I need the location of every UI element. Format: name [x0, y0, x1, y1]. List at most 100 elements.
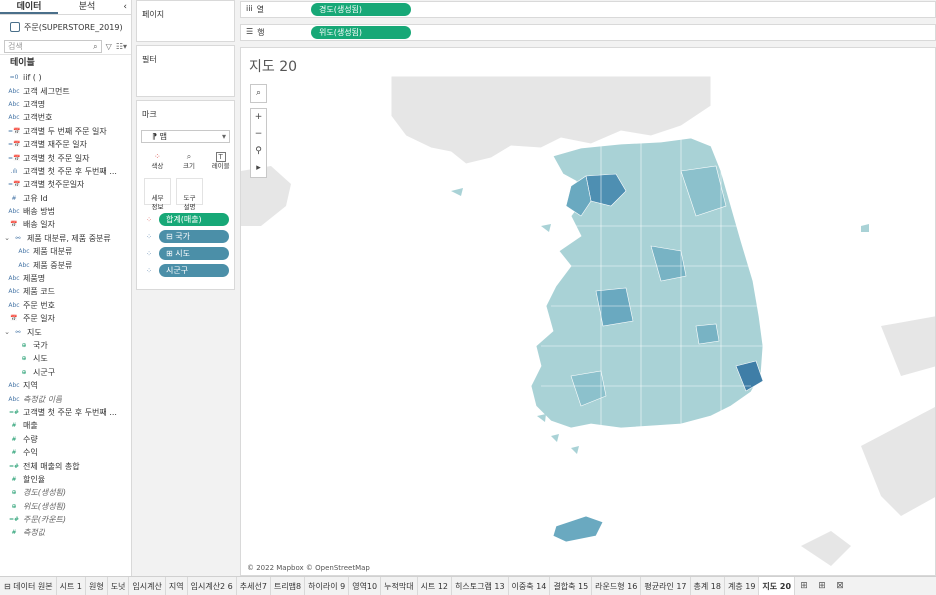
field-item[interactable]: Abc 지역 [0, 379, 131, 392]
field-item[interactable]: # 고유 Id [0, 192, 131, 205]
field-type-icon: # [11, 194, 17, 202]
field-item[interactable]: # 매출 [0, 419, 131, 432]
sheet-tab[interactable]: 임시계산 [129, 577, 166, 595]
korea-map[interactable] [241, 76, 936, 576]
detail-mark-icon: ⁘ [146, 249, 152, 258]
sheet-tab[interactable]: 지역 [166, 577, 188, 595]
cards-pane: 페이지 필터 마크 ⁋ 맵 ▾ ⁘ 색상 ⌕ 크기 T 레이블 세부 정보 도구… [135, 0, 236, 576]
field-item[interactable]: =# 고객별 첫 주문 후 두번째 ... [0, 406, 131, 419]
mark-type-dropdown[interactable]: ⁋ 맵 ▾ [141, 130, 230, 143]
field-item[interactable]: Abc 고객 세그먼트 [0, 84, 131, 97]
longitude-pill[interactable]: 경도(생성됨) [311, 3, 411, 16]
sheet-tab[interactable]: 임시계산2 6 [188, 577, 237, 595]
rows-shelf[interactable]: ☰ 행 위도(생성됨) [240, 24, 936, 41]
detail-button[interactable]: 세부 정보 [144, 178, 171, 211]
filter-icon[interactable]: ▽ [106, 42, 112, 51]
field-item[interactable]: ⊕ 시군구 [0, 366, 131, 379]
filters-card[interactable]: 필터 [136, 45, 235, 97]
field-item[interactable]: Abc 제품 중분류 [0, 258, 131, 271]
field-type-icon: Abc [8, 208, 20, 216]
pages-card[interactable]: 페이지 [136, 0, 235, 42]
color-button[interactable]: ⁘ 색상 [144, 149, 171, 176]
field-label: 고객 세그먼트 [23, 86, 70, 96]
field-item[interactable]: 📅 배송 일자 [0, 218, 131, 231]
new-story-icon[interactable]: ⊠ [831, 581, 849, 591]
field-item[interactable]: Abc 배송 방법 [0, 205, 131, 218]
expand-icon[interactable]: ⌄ [2, 234, 12, 242]
sheet-tab[interactable]: 평균라인 17 [641, 577, 691, 595]
latitude-pill[interactable]: 위도(생성됨) [311, 26, 411, 39]
field-item[interactable]: 📅 주문 일자 [0, 312, 131, 325]
sheet-tab[interactable]: 결합축 15 [550, 577, 593, 595]
sheet-tab[interactable]: 라운드형 16 [592, 577, 642, 595]
field-item[interactable]: =📅 고객별 두 번째 주문 일자 [0, 125, 131, 138]
mark-pill-row: ⁘ 합계(매출) [143, 213, 234, 226]
field-item[interactable]: Abc 제품명 [0, 272, 131, 285]
field-item[interactable]: Abc 고객명 [0, 98, 131, 111]
sum-sales-pill[interactable]: 합계(매출) [159, 213, 229, 226]
field-item[interactable]: ⊕ 국가 [0, 339, 131, 352]
view-options-icon[interactable]: ☷▾ [116, 42, 127, 51]
field-item[interactable]: Abc 고객번호 [0, 111, 131, 124]
sheet-tab[interactable]: 하이라이 9 [305, 577, 350, 595]
field-item[interactable]: =0 iif ( ) [0, 71, 131, 84]
field-item[interactable]: ⊕ 시도 [0, 352, 131, 365]
field-item[interactable]: .ılı 고객별 첫 주문 후 두번째 ... [0, 165, 131, 178]
datasource-item[interactable]: 주문(SUPERSTORE_2019) [0, 15, 131, 39]
field-item[interactable]: Abc 주문 번호 [0, 299, 131, 312]
sheet-tab[interactable]: 지도 20 [759, 577, 796, 595]
map-search-icon[interactable]: ⌕ [251, 85, 266, 102]
size-button[interactable]: ⌕ 크기 [176, 149, 203, 176]
marks-card: 마크 ⁋ 맵 ▾ ⁘ 색상 ⌕ 크기 T 레이블 세부 정보 도구 설명 ⁘ 합… [136, 100, 235, 290]
new-dashboard-icon[interactable]: ⊞ [813, 581, 831, 591]
field-item[interactable]: Abc 측정값 이름 [0, 392, 131, 405]
sheet-tab[interactable]: 시트 12 [418, 577, 453, 595]
field-label: 고객번호 [23, 113, 53, 123]
pin-icon[interactable]: ⚲ [251, 143, 266, 160]
field-item[interactable]: ⊕ 위도(생성됨) [0, 500, 131, 513]
zoom-in-icon[interactable]: + [251, 109, 266, 126]
sheet-tab[interactable]: 히스토그램 13 [452, 577, 509, 595]
new-sheet-icon[interactable]: ⊞ [795, 581, 813, 591]
sheet-tab[interactable]: 총계 18 [691, 577, 725, 595]
district-pill[interactable]: 시군구 [159, 264, 229, 277]
sheet-tab[interactable]: 계층 19 [725, 577, 760, 595]
sheet-tab[interactable]: 원형 [86, 577, 108, 595]
tooltip-button[interactable]: 도구 설명 [176, 178, 203, 211]
collapse-pane-icon[interactable]: ‹ [116, 0, 131, 14]
sheet-tab[interactable]: 도넛 [108, 577, 130, 595]
field-type-icon: # [11, 449, 17, 457]
field-item[interactable]: # 측정값 [0, 526, 131, 539]
field-item[interactable]: Abc 제품 대분류 [0, 245, 131, 258]
field-item[interactable]: =# 주문(카운트) [0, 513, 131, 526]
field-item[interactable]: =# 전체 매출의 총합 [0, 459, 131, 472]
zoom-out-icon[interactable]: − [251, 126, 266, 143]
sheet-tab[interactable]: 영역10 [349, 577, 382, 595]
field-label: 국가 [33, 341, 48, 350]
sheet-tab[interactable]: 이중축 14 [509, 577, 551, 595]
province-pill[interactable]: ⊞ 시도 [159, 247, 229, 260]
sheet-tab[interactable]: 시트 1 [57, 577, 86, 595]
sheet-tab[interactable]: 누적막대 [381, 577, 418, 595]
field-item[interactable]: Abc 제품 코드 [0, 285, 131, 298]
field-item[interactable]: ⊕ 경도(생성됨) [0, 486, 131, 499]
field-search-input[interactable]: 검색 ⌕ [4, 40, 102, 53]
field-item[interactable]: =📅 고객별 첫 주문 일자 [0, 151, 131, 164]
expand-icon[interactable]: ⌄ [2, 328, 12, 336]
field-item[interactable]: # 수량 [0, 433, 131, 446]
sheet-tab[interactable]: 추세선7 [237, 577, 271, 595]
field-item[interactable]: =📅 고객별 첫주문일자 [0, 178, 131, 191]
sheet-tab[interactable]: 트리맵8 [271, 577, 306, 595]
country-pill[interactable]: ⊟ 국가 [159, 230, 229, 243]
field-item[interactable]: # 할인율 [0, 473, 131, 486]
tab-data[interactable]: 데이터 [0, 0, 58, 14]
field-item[interactable]: ⌄ ⚯ 지도 [0, 325, 131, 338]
field-item[interactable]: =📅 고객별 재주문 일자 [0, 138, 131, 151]
columns-shelf[interactable]: iii 열 경도(생성됨) [240, 1, 936, 18]
tab-analysis[interactable]: 분석 [58, 0, 116, 14]
label-button[interactable]: T 레이블 [207, 149, 234, 176]
field-item[interactable]: ⌄ ⚯ 제품 대분류, 제품 중분류 [0, 232, 131, 245]
field-item[interactable]: # 수익 [0, 446, 131, 459]
datasource-tab[interactable]: ⊟ 데이터 원본 [0, 577, 57, 595]
expand-toolbar-icon[interactable]: ▸ [251, 160, 266, 177]
